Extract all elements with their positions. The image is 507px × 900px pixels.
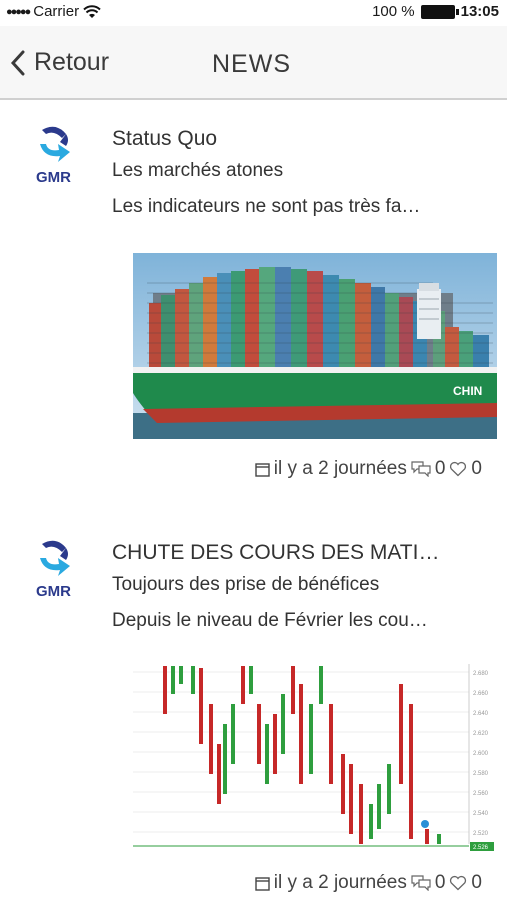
carrier-info: ●●●●● Carrier [6,3,101,20]
news-excerpt: Depuis le niveau de Février les cou… [112,610,428,631]
heart-icon[interactable] [449,461,467,477]
comment-count: 0 [434,458,446,479]
news-meta: il y a 2 journées 0 0 [255,872,482,894]
axis-tick-label: 2.640 [473,711,489,717]
axis-tick-label: 2.680 [473,671,489,677]
battery-icon [420,4,459,19]
gmr-logo-icon [40,540,70,576]
wifi-icon [83,4,101,18]
candle [273,714,277,774]
candle [319,666,323,704]
candle [369,804,373,839]
axis-tick-label: 2.540 [473,811,489,817]
status-bar: ●●●●● Carrier 100 % 13:05 [0,0,507,26]
news-image: CHIN [133,253,497,439]
news-excerpt: Les indicateurs ne sont pas très fa… [112,196,421,217]
gmr-logo-icon [40,126,70,162]
axis-tick-label: 2.620 [473,731,489,737]
candle [399,684,403,784]
candle [249,666,253,694]
candle [349,764,353,834]
candle [209,704,213,774]
status-right: 100 % 13:05 [372,3,499,20]
candle [425,829,429,844]
candle [291,666,295,714]
carrier-label: Carrier [33,3,80,20]
axis-tick-label: 2.660 [473,691,489,697]
candle [341,754,345,814]
axis-tick-label: 2.560 [473,791,489,797]
candle [299,684,303,784]
gmr-logo: GMR [36,538,78,600]
news-title: Status Quo [112,127,218,150]
signal-icon: ●●●●● [6,5,31,18]
marker-dot [421,820,429,828]
news-meta: il y a 2 journées 0 0 [255,458,482,480]
candle [231,704,235,764]
news-item[interactable]: GMR Status Quo Les marchés atones Les in… [0,100,507,500]
price-tag-label: 2.526 [473,845,489,851]
like-count: 0 [471,872,482,893]
candle [281,694,285,754]
candle [191,666,195,694]
back-button[interactable]: Retour [10,48,109,77]
candle [309,704,313,774]
candle [377,784,381,829]
candle [163,666,167,714]
candle [387,764,391,814]
calendar-icon [255,462,270,477]
candle [223,724,227,794]
axis-tick-label: 2.520 [473,831,489,837]
battery-percent: 100 % [372,3,415,20]
page-title: NEWS [212,50,291,78]
news-image: 2.680 2.660 2.640 2.620 2.600 2.580 2.560 2.540… [133,664,497,854]
candle [179,666,183,684]
candle [217,744,221,804]
logo-text: GMR [36,583,71,600]
clock: 13:05 [460,3,499,20]
comment-count: 0 [434,872,446,893]
candle [409,704,413,839]
candle [241,666,245,704]
chevron-left-icon [10,50,25,75]
like-count: 0 [471,458,482,479]
candle [265,724,269,784]
calendar-icon [255,876,270,891]
candle [359,784,363,844]
heart-icon[interactable] [449,875,467,891]
candle [329,704,333,784]
axis-tick-label: 2.600 [473,751,489,757]
time-label: il y a 2 journées [273,458,407,479]
gmr-logo: GMR [36,124,78,186]
candlestick-chart-image: 2.680 2.660 2.640 2.620 2.600 2.580 2.560 2.540… [133,664,494,851]
container-ship-image: CHIN [133,253,497,439]
news-item[interactable]: GMR CHUTE DES COURS DES MATI… Toujours d… [0,514,507,900]
time-label: il y a 2 journées [273,872,407,893]
news-subtitle: Les marchés atones [112,160,284,181]
candle [199,668,203,744]
comment-icon[interactable] [411,461,431,477]
comment-icon[interactable] [411,875,431,891]
candle [437,834,441,844]
candle [171,666,175,694]
axis-tick-label: 2.580 [473,771,489,777]
candle [257,704,261,764]
svg-text:CHIN: CHIN [453,384,482,398]
navigation-bar: Retour NEWS [0,26,507,100]
logo-text: GMR [36,169,71,186]
news-title: CHUTE DES COURS DES MATI… [112,541,440,564]
news-subtitle: Toujours des prise de bénéfices [112,574,380,595]
back-label: Retour [34,48,110,76]
